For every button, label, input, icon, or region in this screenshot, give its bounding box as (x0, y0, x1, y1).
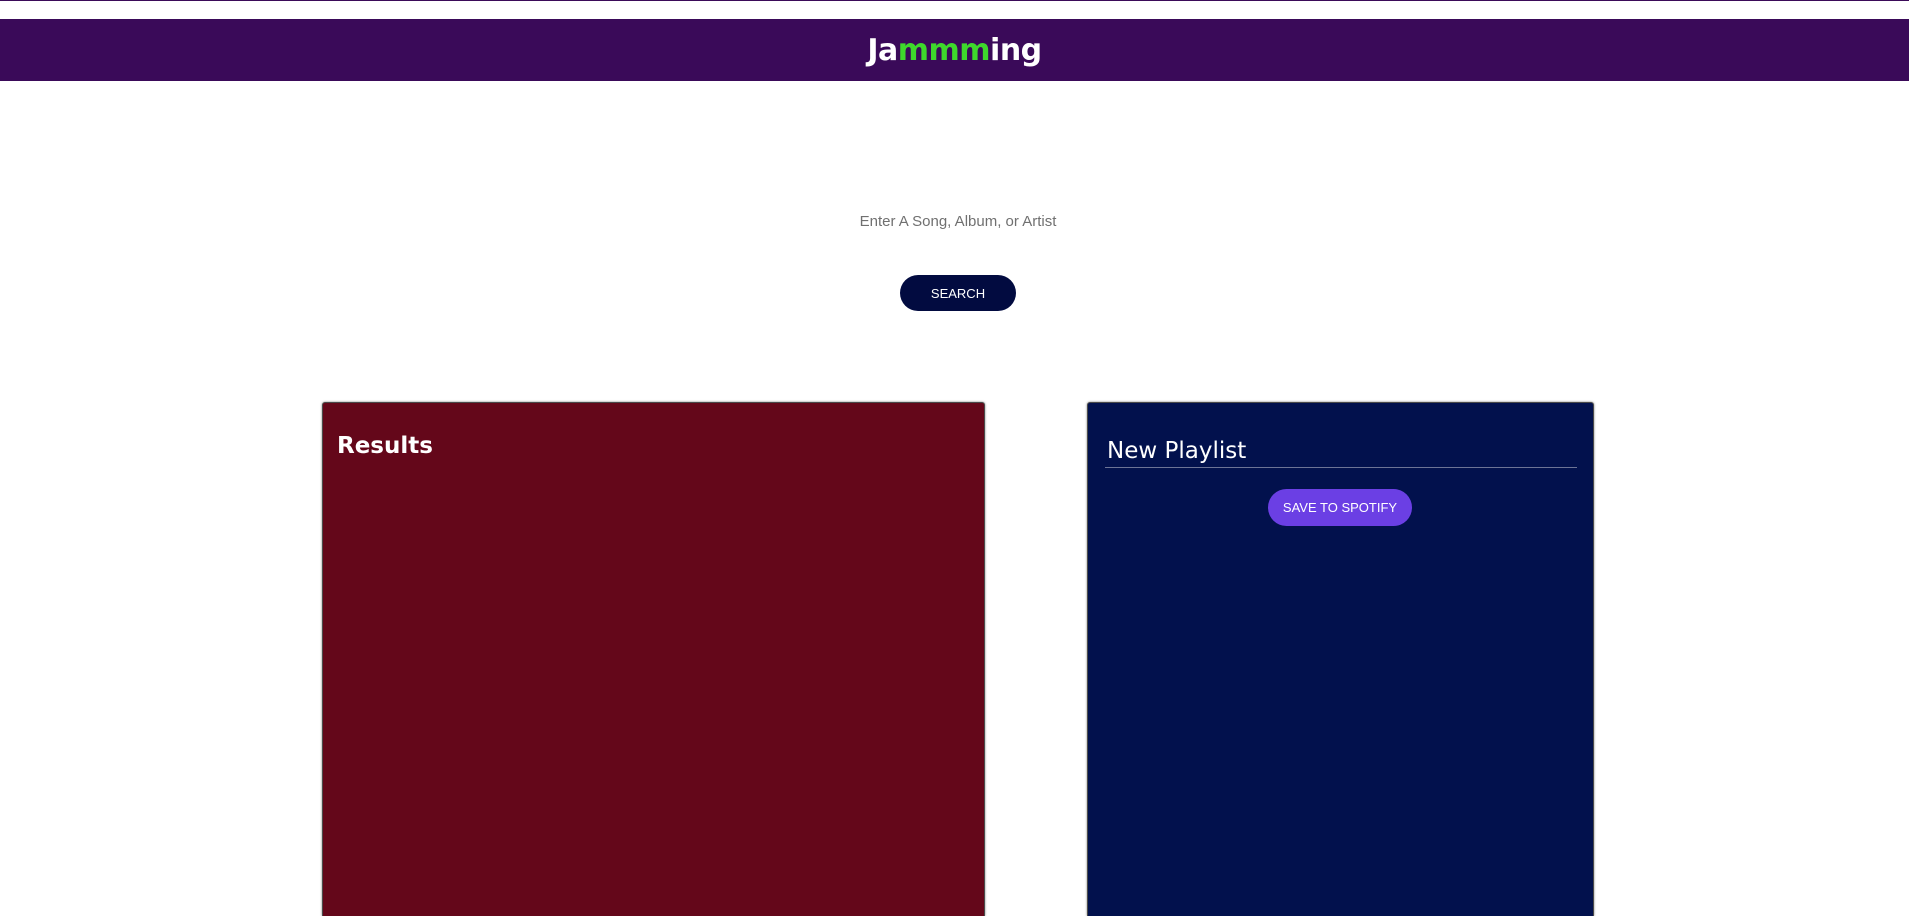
results-title: Results (337, 433, 433, 459)
app-logo: Jammming (867, 32, 1042, 68)
results-panel: Results (322, 402, 985, 916)
search-input[interactable] (757, 206, 1159, 236)
logo-text-start: Ja (867, 32, 898, 68)
search-button[interactable]: SEARCH (900, 275, 1016, 311)
logo-text-accent: mmm (897, 32, 991, 68)
app-header: Jammming (0, 19, 1909, 81)
top-border-line (0, 0, 1909, 1)
logo-text-end: ing (990, 32, 1042, 68)
playlist-name-input[interactable] (1105, 434, 1577, 468)
playlist-panel: SAVE TO SPOTIFY (1087, 402, 1594, 916)
save-to-spotify-button[interactable]: SAVE TO SPOTIFY (1268, 489, 1412, 526)
